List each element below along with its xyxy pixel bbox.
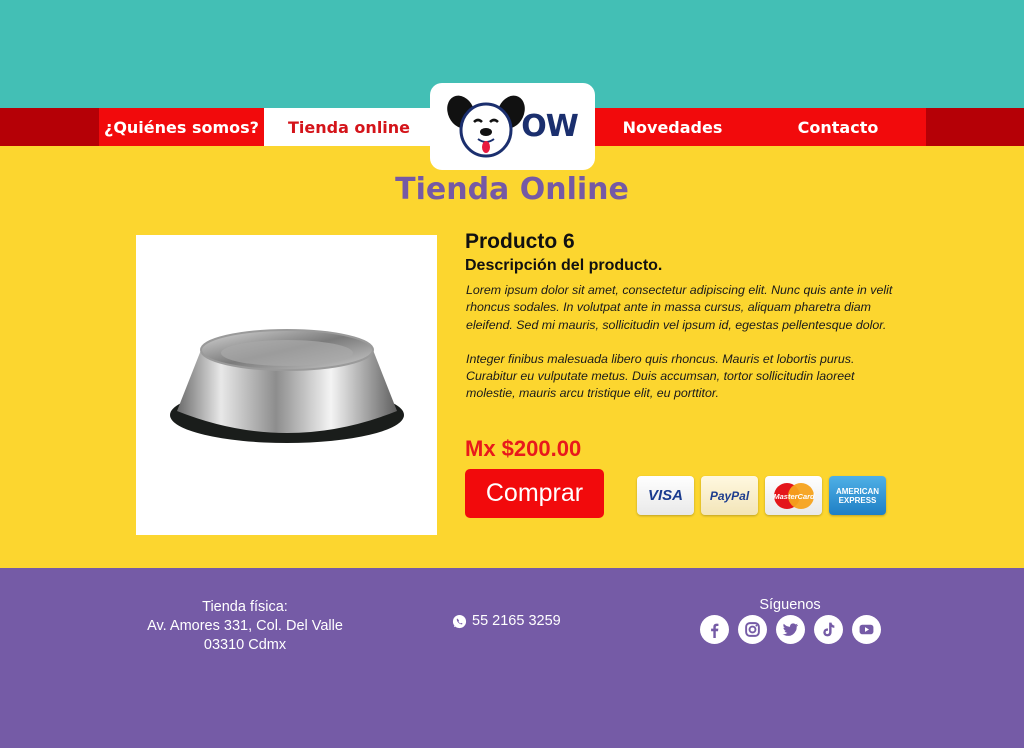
amex-label-line2: EXPRESS [838,495,877,505]
footer [0,568,1024,748]
visa-label: VISA [647,487,683,504]
whatsapp-icon [452,614,467,629]
nav-item-shop[interactable]: Tienda online [264,108,434,146]
product-image [136,235,437,535]
dog-face-icon [447,95,526,157]
page-title: Tienda Online [395,172,629,207]
nav-item-about[interactable]: ¿Quiénes somos? [99,108,264,146]
buy-button[interactable]: Comprar [465,469,604,518]
nav-item-contact-label: Contacto [797,117,879,137]
dog-bowl-image [169,329,404,443]
nav-item-news-label: Novedades [622,117,723,137]
phone-number: 55 2165 3259 [472,613,561,629]
mastercard-circles: MasterCard [773,482,815,509]
tiktok-icon[interactable] [814,615,843,644]
mastercard-label: MasterCard [773,492,815,501]
facebook-icon[interactable] [700,615,729,644]
amex-label-line1: AMERICAN [835,486,880,496]
description-paragraph: Lorem ipsum dolor sit amet, consectetur … [466,283,893,332]
youtube-icon[interactable] [852,615,881,644]
paypal-icon: PayPal [701,476,758,515]
american-express-icon: AMERICAN EXPRESS [829,476,886,515]
logo[interactable]: OW [430,83,595,170]
description-paragraph: Integer finibus malesuada libero quis rh… [466,351,855,401]
mastercard-icon: MasterCard [765,476,822,515]
social-title: Síguenos [759,597,821,613]
address-line: Av. Amores 331, Col. Del Valle [147,618,343,634]
nav-item-shop-label: Tienda online [287,117,411,137]
social-links [700,615,881,644]
product-description: Lorem ipsum dolor sit amet, consectetur … [466,282,896,403]
nav-item-about-label: ¿Quiénes somos? [104,117,259,137]
product-price: Mx $200.00 [465,436,582,461]
address-line: 03310 Cdmx [203,637,287,653]
product-subtitle: Descripción del producto. [465,257,663,274]
store-label: Tienda física: [202,599,288,615]
instagram-icon[interactable] [738,615,767,644]
twitter-icon[interactable] [776,615,805,644]
product-name: Producto 6 [465,230,575,253]
store-address: Tienda física: Av. Amores 331, Col. Del … [140,598,350,655]
nav-item-contact[interactable]: Contacto [750,108,926,146]
paypal-label: PayPal [709,488,750,503]
logo-text: OW [521,109,579,144]
visa-icon: VISA [637,476,694,515]
nav-item-news[interactable]: Novedades [595,108,750,146]
payment-methods: VISA PayPal MasterCard AMERICAN EXPRESS [637,476,886,515]
phone-contact[interactable]: 55 2165 3259 [452,612,561,631]
